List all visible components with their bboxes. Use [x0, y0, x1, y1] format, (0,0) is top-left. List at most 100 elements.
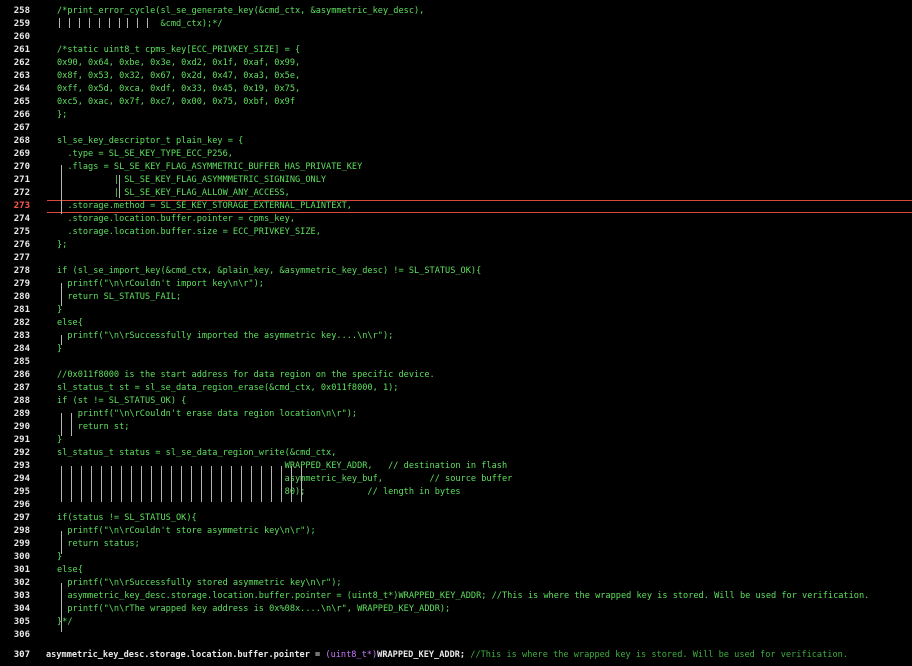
line-number: 307: [13, 650, 30, 660]
line-number: 282: [13, 318, 30, 328]
code-line[interactable]: 260: [0, 31, 912, 44]
code-token: WRAPPED_KEY_ADDR;: [377, 650, 471, 660]
code-line-text: .type = SL_SE_KEY_TYPE_ECC_P256,: [57, 149, 233, 159]
code-line[interactable]: 282 else{: [0, 317, 912, 330]
indent-guide: [181, 466, 182, 502]
code-line[interactable]: 293 WRAPPED_KEY_ADDR, // destination in …: [0, 460, 912, 473]
code-line[interactable]: 279 printf("\n\rCouldn't import key\n\r"…: [0, 278, 912, 291]
code-line[interactable]: 288 if (st != SL_STATUS_OK) {: [0, 395, 912, 408]
line-number: 303: [13, 591, 30, 601]
code-line-text: printf("\n\rThe wrapped key address is 0…: [57, 604, 451, 614]
line-number: 273: [13, 201, 30, 211]
code-line[interactable]: 303 asymmetric_key_desc.storage.location…: [0, 590, 912, 603]
code-line-text: if (sl_se_import_key(&cmd_ctx, &plain_ke…: [57, 266, 482, 276]
code-line[interactable]: 301 else{: [0, 564, 912, 577]
code-line[interactable]: 269 .type = SL_SE_KEY_TYPE_ECC_P256,: [0, 148, 912, 161]
current-line-peek[interactable]: 307 asymmetric_key_desc.storage.location…: [0, 645, 912, 666]
line-number: 305: [13, 617, 30, 627]
code-line[interactable]: 270 .flags = SL_SE_KEY_FLAG_ASYMMETRIC_B…: [0, 161, 912, 174]
code-line-text: if (st != SL_STATUS_OK) {: [57, 396, 187, 406]
code-line[interactable]: 280 return SL_STATUS_FAIL;: [0, 291, 912, 304]
indent-guide: [171, 466, 172, 502]
code-line[interactable]: 274 .storage.location.buffer.pointer = c…: [0, 213, 912, 226]
line-number: 268: [13, 136, 30, 146]
code-line[interactable]: 275 .storage.location.buffer.size = ECC_…: [0, 226, 912, 239]
code-line[interactable]: 302 printf("\n\rSuccessfully stored asym…: [0, 577, 912, 590]
line-number: 262: [13, 58, 30, 68]
code-line-text: return st;: [57, 422, 130, 432]
code-line[interactable]: 284}: [0, 343, 912, 356]
indent-guide: [119, 175, 120, 198]
code-line[interactable]: 272 | SL_SE_KEY_FLAG_ALLOW_ANY_ACCESS,: [0, 187, 912, 200]
code-line[interactable]: 281}: [0, 304, 912, 317]
code-line[interactable]: 271 | SL_SE_KEY_FLAG_ASYMMMETRIC_SIGNING…: [0, 174, 912, 187]
code-line[interactable]: 264 0xff, 0x5d, 0xca, 0xdf, 0x33, 0x45, 0…: [0, 83, 912, 96]
code-line[interactable]: 290 return st;: [0, 421, 912, 434]
code-line-text: 0xff, 0x5d, 0xca, 0xdf, 0x33, 0x45, 0x19…: [57, 84, 301, 94]
line-number: 286: [13, 370, 30, 380]
code-line[interactable]: 292 sl_status_t status = sl_se_data_regio…: [0, 447, 912, 460]
code-line[interactable]: 263 0x8f, 0x53, 0x32, 0x67, 0x2d, 0x47, 0…: [0, 70, 912, 83]
code-line[interactable]: 267: [0, 122, 912, 135]
code-line[interactable]: 298 printf("\n\rCouldn't store asymmetri…: [0, 525, 912, 538]
indent-guide: [61, 165, 62, 214]
line-number: 285: [13, 357, 30, 367]
code-line-text: 0x90, 0x64, 0xbe, 0x3e, 0xd2, 0x1f, 0xaf…: [57, 58, 301, 68]
code-line[interactable]: 299 return status;: [0, 538, 912, 551]
indent-guide: [151, 466, 152, 502]
line-number: 284: [13, 344, 30, 354]
line-number: 259: [13, 19, 30, 29]
code-line-text: asymmetric_key_desc.storage.location.buf…: [46, 649, 848, 662]
indent-guide: [71, 413, 72, 436]
code-line[interactable]: 265 0xc5, 0xac, 0x7f, 0xc7, 0x00, 0x75, 0…: [0, 96, 912, 109]
code-line[interactable]: 294 asymmetric_key_buf, // source buffer: [0, 473, 912, 486]
code-line-text: return SL_STATUS_FAIL;: [57, 292, 182, 302]
code-line[interactable]: 268 sl_se_key_descriptor_t plain_key = {: [0, 135, 912, 148]
indent-guide: [241, 466, 242, 502]
code-line[interactable]: 295 80); // length in bytes: [0, 486, 912, 499]
indent-guide: [231, 466, 232, 502]
code-line[interactable]: 305 }*/: [0, 616, 912, 629]
code-line[interactable]: 306: [0, 629, 912, 642]
code-editor[interactable]: 258 /*print_error_cycle(sl_se_generate_ke…: [0, 0, 912, 666]
code-line[interactable]: 278 if (sl_se_import_key(&cmd_ctx, &plain…: [0, 265, 912, 278]
code-line[interactable]: 285: [0, 356, 912, 369]
line-number: 302: [13, 578, 30, 588]
code-line[interactable]: 273 .storage.method = SL_SE_KEY_STORAGE_…: [0, 200, 912, 213]
code-line[interactable]: 296: [0, 499, 912, 512]
code-line-text: }*/: [57, 617, 73, 627]
code-line[interactable]: 304 printf("\n\rThe wrapped key address …: [0, 603, 912, 616]
code-line-text: else{: [57, 565, 83, 575]
code-line[interactable]: 283 printf("\n\rSuccessfully imported th…: [0, 330, 912, 343]
line-number: 300: [13, 552, 30, 562]
indent-guide: [79, 18, 80, 28]
code-line[interactable]: 276};: [0, 239, 912, 252]
line-number: 278: [13, 266, 30, 276]
code-line[interactable]: 286 //0x011f8000 is the start address for…: [0, 369, 912, 382]
line-number: 296: [13, 500, 30, 510]
line-number: 271: [13, 175, 30, 185]
code-line[interactable]: 300}: [0, 551, 912, 564]
code-line[interactable]: 277: [0, 252, 912, 265]
line-number: 276: [13, 240, 30, 250]
code-line[interactable]: 287 sl_status_t st = sl_se_data_region_er…: [0, 382, 912, 395]
line-number: 292: [13, 448, 30, 458]
line-number: 265: [13, 97, 30, 107]
code-line[interactable]: 291}: [0, 434, 912, 447]
code-line[interactable]: 261 /*static uint8_t cpms_key[ECC_PRIVKEY…: [0, 44, 912, 57]
code-line[interactable]: 258 /*print_error_cycle(sl_se_generate_ke…: [0, 5, 912, 18]
indent-guide: [71, 466, 72, 502]
line-number: 304: [13, 604, 30, 614]
indent-guide: [61, 283, 62, 306]
code-line[interactable]: 262 0x90, 0x64, 0xbe, 0x3e, 0xd2, 0x1f, 0…: [0, 57, 912, 70]
code-line[interactable]: 289 printf("\n\rCouldn't erase data regi…: [0, 408, 912, 421]
code-line-text: };: [57, 110, 68, 120]
code-line[interactable]: 266};: [0, 109, 912, 122]
line-number: 270: [13, 162, 30, 172]
line-number: 267: [13, 123, 30, 133]
line-number: 260: [13, 32, 30, 42]
code-line-text: /*print_error_cycle(sl_se_generate_key(&…: [57, 6, 425, 16]
code-line-text: };: [57, 240, 68, 250]
code-line[interactable]: 297 if(status != SL_STATUS_OK){: [0, 512, 912, 525]
indent-guide: [291, 466, 292, 502]
